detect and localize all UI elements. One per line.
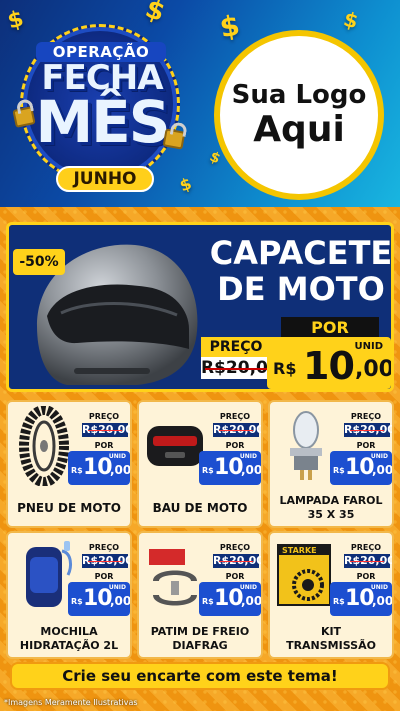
offer-title-line1: CAPACETE (209, 234, 393, 272)
preco-label: PREÇO (219, 412, 251, 421)
strikethrough-line (219, 561, 253, 562)
por-label: POR (356, 572, 376, 581)
por-label: POR (281, 317, 379, 339)
preco-label: PREÇO (350, 412, 382, 421)
discount-badge: -50% (13, 249, 65, 275)
logo-text-line1: Sua Logo (231, 80, 367, 110)
dollar-icon: $ (207, 148, 223, 168)
currency-symbol: R$ (202, 466, 214, 475)
new-price: UNID R$ 10 ,00 (330, 451, 392, 485)
preco-label: PREÇO (88, 412, 120, 421)
strikethrough-line (205, 368, 267, 370)
price-integer: 10 (345, 586, 375, 611)
price-integer: 10 (214, 586, 244, 611)
unit-label: UNID (354, 341, 383, 352)
currency-symbol: R$ (202, 597, 214, 606)
price-cents: ,00 (372, 463, 394, 477)
product-card[interactable]: PREÇO R$20,00 POR UNID R$ 10 ,00 PATIM D… (137, 531, 263, 659)
new-price: UNID R$ 10 ,00 (199, 451, 261, 485)
por-label: POR (225, 441, 245, 450)
price-integer: 10 (214, 455, 244, 480)
new-price: UNID R$ 10 ,00 (68, 582, 130, 616)
preco-label: PREÇO (88, 543, 120, 552)
price-integer: 10 (345, 455, 375, 480)
old-price: R$20,00 (344, 423, 392, 437)
product-card[interactable]: PREÇO R$20,00 POR UNID R$ 10 ,00 BAU DE … (137, 400, 263, 528)
preco-label: PREÇO (219, 543, 251, 552)
product-name: PNEU DE MOTO (17, 501, 121, 515)
currency-symbol: R$ (273, 359, 297, 378)
disclaimer-text: *Imagens Meramente Ilustrativas (4, 698, 138, 707)
strikethrough-line (219, 430, 253, 431)
currency-symbol: R$ (333, 597, 345, 606)
product-card[interactable]: PREÇO R$20,00 POR UNID R$ 10 ,00 PNEU DE… (6, 400, 132, 528)
padlock-icon (162, 128, 186, 150)
price-cents: ,00 (241, 594, 263, 608)
price-integer: 10 (303, 344, 355, 388)
por-label: POR (225, 572, 245, 581)
product-name-line1: PATIM DE FREIO (150, 625, 250, 638)
old-price: R$20,00 (213, 423, 261, 437)
dollar-icon: $ (217, 8, 243, 45)
product-card[interactable]: STARKE PREÇO R$20,00 POR UNID R$ 10 ,00 … (268, 531, 394, 659)
strikethrough-line (88, 561, 122, 562)
old-price: R$20,00 (82, 423, 130, 437)
por-label: POR (94, 572, 114, 581)
currency-symbol: R$ (333, 466, 345, 475)
price-cents: ,00 (110, 463, 132, 477)
price-cents: ,00 (355, 357, 394, 382)
new-price: UNID R$ 10 ,00 (330, 582, 392, 616)
top-case-icon (147, 426, 203, 466)
product-name-line1: LAMPADA FAROL (279, 494, 383, 507)
product-name: BAU DE MOTO (152, 501, 248, 515)
product-name-line2: 35 X 35 (307, 508, 355, 521)
badge-month: JUNHO (56, 166, 154, 192)
product-name-line1: KIT (320, 625, 342, 638)
por-label: POR (356, 441, 376, 450)
currency-symbol: R$ (71, 466, 83, 475)
product-name-line2: TRANSMISSÃO (286, 639, 376, 652)
product-name-line2: HIDRATAÇÃO 2L (19, 639, 119, 652)
preco-label: PREÇO (201, 337, 271, 357)
backpack-icon (26, 541, 72, 607)
strikethrough-line (350, 561, 384, 562)
preco-label: PREÇO (350, 543, 382, 552)
offer-title-line2: DE MOTO (217, 270, 385, 308)
headlight-bulb-icon (290, 411, 322, 480)
price-cents: ,00 (110, 594, 132, 608)
product-card[interactable]: PREÇO R$20,00 POR UNID R$ 10 ,00 MOCHILA… (6, 531, 132, 659)
offers-area: -50% CAPACETE DE MOTO POR PREÇO R$20,00 … (0, 207, 400, 711)
old-price: R$20,00 (201, 357, 280, 379)
product-name-line1: MOCHILA (40, 625, 98, 638)
price-integer: 10 (83, 455, 113, 480)
price-cents: ,00 (372, 594, 394, 608)
logo-text-line2: Aqui (253, 109, 345, 150)
price-cents: ,00 (241, 463, 263, 477)
featured-offer[interactable]: -50% CAPACETE DE MOTO POR PREÇO R$20,00 … (6, 222, 394, 392)
strikethrough-line (88, 430, 122, 431)
price-integer: 10 (83, 586, 113, 611)
currency-symbol: R$ (71, 597, 83, 606)
brand-text: STARKE (282, 546, 317, 555)
new-price: UNID R$ 10 ,00 (68, 451, 130, 485)
logo-placeholder[interactable]: Sua Logo Aqui (214, 30, 384, 200)
new-price: UNID R$ 10 ,00 (267, 337, 391, 389)
strikethrough-line (350, 430, 384, 431)
header-banner: $ $ $ $ $ $ OPERAÇÃO FECHA MÊS JUNHO Sua… (0, 0, 400, 207)
campaign-badge: OPERAÇÃO FECHA MÊS JUNHO (6, 18, 194, 203)
flyer-page: $ $ $ $ $ $ OPERAÇÃO FECHA MÊS JUNHO Sua… (0, 0, 400, 711)
tire-icon (19, 406, 69, 486)
new-price: UNID R$ 10 ,00 (199, 582, 261, 616)
por-label: POR (94, 441, 114, 450)
dollar-icon: $ (341, 6, 361, 34)
old-price: R$20,00 (344, 554, 392, 568)
product-name-line2: DIAFRAG (172, 639, 228, 652)
old-price: R$20,00 (82, 554, 130, 568)
product-card[interactable]: PREÇO R$20,00 POR UNID R$ 10 ,00 LAMPADA… (268, 400, 394, 528)
transmission-kit-icon: STARKE (277, 544, 331, 606)
brake-shoe-icon (149, 549, 197, 606)
cta-button[interactable]: Crie seu encarte com este tema! (10, 662, 390, 690)
old-price: R$20,00 (213, 554, 261, 568)
